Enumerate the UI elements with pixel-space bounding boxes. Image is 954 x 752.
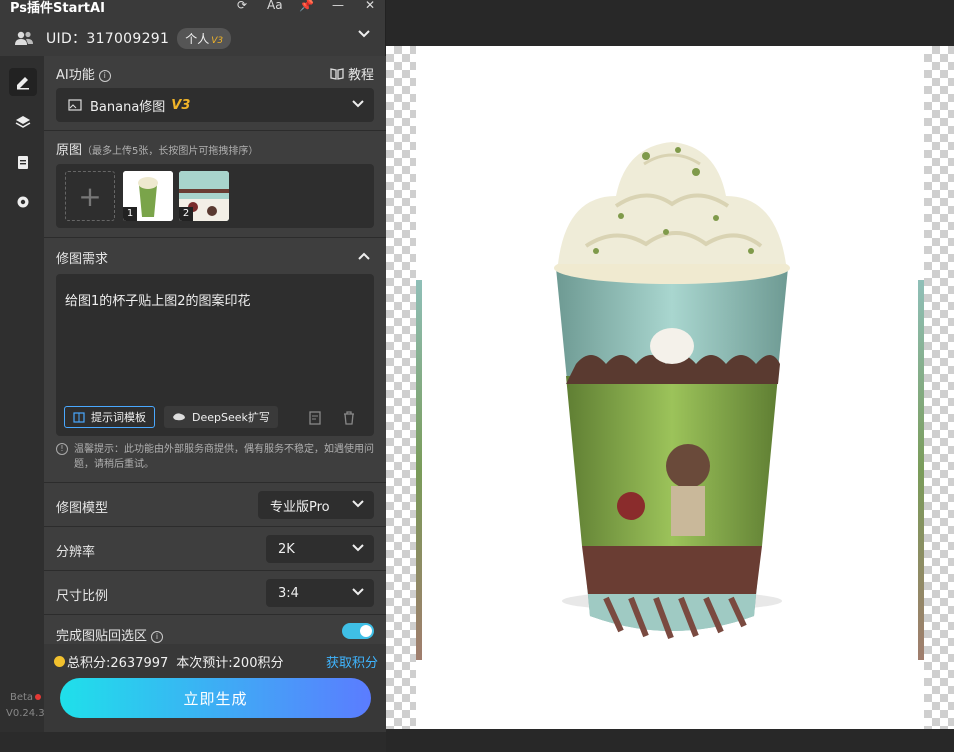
minimize-icon[interactable]: — [331,0,345,12]
titlebar-actions: ⟳ Aa 📌 — ✕ [235,0,377,12]
chevron-down-icon [352,544,364,552]
plan-version: V3 [211,35,224,46]
chevron-down-icon [352,500,364,508]
warm-tip: ! 温馨提示：此功能由外部服务商提供，偶有服务不稳定，如遇使用问题，请稍后重试。 [56,442,374,472]
prompt-template-button[interactable]: 提示词模板 [64,406,155,428]
requirement-label: 修图需求 [56,252,109,267]
ai-function-section: AI功能 i 教程 Banana修图 V3 [44,56,386,130]
ai-function-heading: AI功能 i [56,64,111,83]
close-icon[interactable]: ✕ [363,0,377,12]
original-hint: （最多上传5张，长按图片可拖拽排序） [82,146,259,157]
total-points: 总积分:2637997 [67,656,169,671]
trash-icon[interactable] [342,410,356,426]
transparency-grid-right [924,46,954,729]
startai-plugin-panel: Ps插件StartAI ⟳ Aa 📌 — ✕ UID：317009291 个人 V… [0,0,386,732]
resolution-label: 分辨率 [56,545,96,560]
resolution-select[interactable]: 2K [266,535,374,563]
cup-illustration [554,142,790,640]
titlebar: Ps插件StartAI ⟳ Aa 📌 — ✕ [0,0,385,16]
model-select[interactable]: 专业版Pro [258,491,374,519]
template-icon [73,411,85,423]
adjacent-image-edge-left [416,280,422,660]
transparency-grid-left [386,46,416,729]
settings-icon[interactable] [9,188,37,216]
chevron-up-icon[interactable] [358,252,370,260]
paste-back-heading: 完成图贴回选区 i [56,625,164,644]
info-icon[interactable]: i [151,631,164,643]
chevron-down-icon [352,588,364,596]
uid-text: UID：317009291 [46,31,170,47]
image-edit-icon [68,99,82,111]
model-row: 修图模型 专业版Pro [44,482,386,526]
tutorial-link[interactable]: 教程 [330,64,374,83]
model-value: 专业版Pro [270,499,330,515]
add-image-button[interactable]: + [65,171,115,221]
users-icon [15,31,33,45]
pin-icon[interactable]: 📌 [299,0,314,12]
clipboard-icon[interactable] [9,148,37,176]
book-icon [330,67,344,80]
ratio-row: 尺寸比例 3:4 [44,570,386,614]
notification-dot [35,694,41,700]
resolution-value: 2K [278,541,295,557]
ratio-label: 尺寸比例 [56,589,109,604]
beta-label: Beta [10,692,34,703]
paste-back-row: 完成图贴回选区 i [44,614,386,644]
app-title: Ps插件StartAI [10,1,105,16]
paste-back-toggle[interactable] [342,623,374,639]
prompt-text: 给图1的杯子贴上图2的图案印花 [65,294,251,309]
original-label: 原图 [56,143,83,158]
document-image[interactable] [416,46,924,729]
generate-button[interactable]: 立即生成 [60,678,371,718]
font-size-icon[interactable]: Aa [267,0,283,12]
info-icon: ! [56,443,68,455]
points-summary: 总积分:2637997 本次预计:200积分 [54,652,283,671]
refresh-icon[interactable]: ⟳ [235,0,249,12]
main-content: AI功能 i 教程 Banana修图 V3 原图（最多上传5张，长按图片可拖拽排序… [44,56,386,732]
original-heading: 原图（最多上传5张，长按图片可拖拽排序） [56,139,258,158]
deepseek-icon [173,413,185,421]
layers-icon[interactable] [9,108,37,136]
coin-icon [54,656,65,667]
ratio-select[interactable]: 3:4 [266,579,374,607]
resolution-row: 分辨率 2K [44,526,386,570]
info-icon[interactable]: i [98,70,111,82]
adjacent-image-edge-right [918,280,924,660]
chevron-down-icon [352,100,364,108]
paste-back-label: 完成图贴回选区 [56,629,148,644]
tutorial-label: 教程 [347,68,374,83]
sidebar [0,56,44,732]
thumb-number: 2 [179,207,193,221]
version-label: V0.24.3 [6,708,45,719]
plan-label: 个人 [185,31,210,46]
prompt-textarea[interactable]: 给图1的杯子贴上图2的图案印花 提示词模板 DeepSeek扩写 [56,274,374,436]
ai-function-select[interactable]: Banana修图 V3 [56,88,374,122]
image-thumb-2[interactable]: 2 [179,171,229,221]
ratio-value: 3:4 [278,585,299,601]
footer: 总积分:2637997 本次预计:200积分 获取积分 立即生成 [44,644,386,732]
chevron-down-icon[interactable] [358,30,370,38]
thumb-number: 1 [123,207,137,221]
deepseek-label: DeepSeek扩写 [192,411,270,424]
ai-function-version: V3 [171,97,191,113]
estimate-points: 本次预计:200积分 [176,656,284,671]
ai-function-label: AI功能 [56,68,95,83]
get-points-link[interactable]: 获取积分 [326,652,378,671]
image-upload-list: + 1 2 [56,164,374,228]
template-label: 提示词模板 [91,411,146,424]
image-thumb-1[interactable]: 1 [123,171,173,221]
user-bar[interactable]: UID：317009291 个人 V3 [0,22,386,54]
model-label: 修图模型 [56,501,109,516]
warm-tip-text: 温馨提示：此功能由外部服务商提供，偶有服务不稳定，如遇使用问题，请稍后重试。 [74,444,374,470]
plan-badge: 个人 V3 [177,27,232,49]
ai-function-selected: Banana修图 [90,99,166,115]
history-icon[interactable] [308,410,324,426]
edit-icon[interactable] [9,68,37,96]
deepseek-expand-button[interactable]: DeepSeek扩写 [164,406,278,428]
